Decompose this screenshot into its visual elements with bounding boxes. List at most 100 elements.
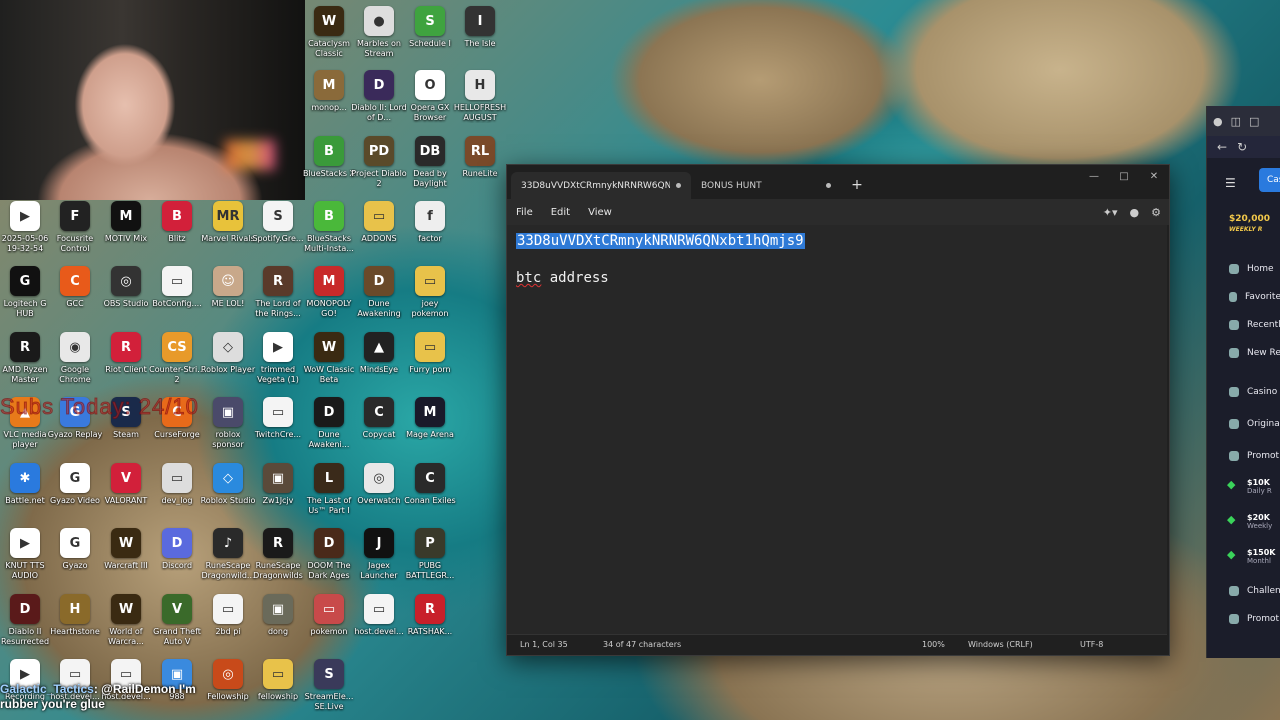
promo-weekly[interactable]: ◆ $20K Weekly [1207, 513, 1280, 530]
promo-daily[interactable]: ◆ $10K Daily R [1207, 478, 1280, 495]
desktop-shortcut[interactable]: H HELLOFRESH AUGUST 2023 [454, 70, 506, 134]
desktop-shortcut[interactable]: M MONOPOLY GO! [304, 266, 354, 330]
desktop-shortcut[interactable]: S Schedule I [405, 6, 455, 70]
nav-home[interactable]: Home [1207, 264, 1280, 274]
menu-edit[interactable]: Edit [542, 207, 579, 218]
account-icon[interactable]: ● [1130, 206, 1140, 219]
hamburger-menu-icon[interactable]: ☰ [1225, 176, 1236, 190]
desktop-shortcut[interactable]: MR Marvel Rivals [201, 201, 255, 265]
weekly-race-banner[interactable]: $20,000 WEEKLY R [1219, 214, 1280, 234]
desktop-shortcut[interactable]: ▭ BotConfig.... [152, 266, 202, 330]
desktop-shortcut[interactable]: B Blitz [152, 201, 202, 265]
desktop-shortcut[interactable]: R RATSHAK... [405, 594, 455, 658]
desktop-shortcut[interactable]: G Gyazo Video [50, 463, 100, 527]
desktop-shortcut[interactable]: ▭ TwitchCre... [253, 397, 303, 461]
desktop-shortcut[interactable]: ▭ 2bd pi [203, 594, 253, 658]
desktop-shortcut[interactable]: G Logitech G HUB [0, 266, 50, 330]
desktop-shortcut[interactable]: PD Project Diablo 2 [351, 136, 407, 200]
back-arrow-icon[interactable]: ← [1217, 140, 1227, 154]
casino-tab-button[interactable]: Cas [1259, 168, 1280, 192]
desktop-shortcut[interactable]: C Conan Exiles [404, 463, 456, 527]
desktop-shortcut[interactable]: R Riot Client [101, 332, 151, 396]
desktop-shortcut[interactable]: RL RuneLite [455, 136, 505, 200]
workspaces-icon[interactable]: ◫ [1231, 115, 1241, 128]
desktop-shortcut[interactable]: ◇ Roblox Studio [201, 463, 255, 527]
desktop-shortcut[interactable]: O Opera GX Browser [405, 70, 455, 134]
desktop-shortcut[interactable]: D Dune Awakeni... [304, 397, 354, 461]
desktop-shortcut[interactable]: D Diablo II: Lord of D... [351, 70, 407, 134]
desktop-shortcut[interactable]: J Jagex Launcher [354, 528, 404, 592]
desktop-shortcut[interactable]: W WoW Classic Beta [304, 332, 354, 396]
desktop-shortcut[interactable]: D DOOM The Dark Ages [304, 528, 354, 592]
desktop-shortcut[interactable]: L The Last of Us™ Part I [304, 463, 354, 527]
nav-recent[interactable]: Recentl [1207, 320, 1280, 330]
desktop-shortcut[interactable]: R The Lord of the Rings... [253, 266, 303, 330]
desktop-shortcut[interactable]: ◇ Roblox Player [201, 332, 255, 396]
tab-bonus-hunt[interactable]: BONUS HUNT [691, 172, 841, 199]
desktop-shortcut[interactable]: ◎ Overwatch [354, 463, 404, 527]
desktop-shortcut[interactable]: W World of Warcra... [101, 594, 151, 658]
desktop-shortcut[interactable]: R AMD Ryzen Master [0, 332, 50, 396]
desktop-shortcut[interactable]: ▭ joey pokemon [405, 266, 455, 330]
desktop-shortcut[interactable]: M Mage Arena [405, 397, 455, 461]
desktop-shortcut[interactable]: ▭ host.devel... [354, 594, 404, 658]
nav-promotions[interactable]: Promot [1207, 614, 1280, 624]
desktop-shortcut[interactable]: M MOTIV Mix [101, 201, 151, 265]
desktop-shortcut[interactable]: B BlueStacks X [303, 136, 355, 200]
close-icon[interactable]: ✕ [1139, 165, 1169, 187]
desktop-shortcut[interactable]: ▣ Zw1Jcjv [253, 463, 303, 527]
desktop-shortcut[interactable]: C Copycat [354, 397, 404, 461]
desktop-shortcut[interactable]: Mmonop... [304, 70, 354, 134]
tab-icon[interactable]: □ [1249, 115, 1259, 128]
settings-gear-icon[interactable]: ⚙ [1151, 206, 1161, 219]
desktop-shortcut[interactable]: ▭ ADDONS [354, 201, 404, 265]
minimize-icon[interactable]: — [1079, 165, 1109, 187]
desktop-shortcut[interactable]: ▭ fellowship [253, 659, 303, 720]
menu-file[interactable]: File [507, 207, 542, 218]
desktop-shortcut[interactable]: ▭ Furry porn [405, 332, 455, 396]
desktop-shortcut[interactable]: D Discord [152, 528, 202, 592]
desktop-shortcut[interactable]: V VALORANT [101, 463, 151, 527]
desktop-shortcut[interactable]: ▣ dong [253, 594, 303, 658]
desktop-shortcut[interactable]: CS Counter-Stri... 2 [149, 332, 205, 396]
desktop-shortcut[interactable]: ◎ OBS Studio [101, 266, 151, 330]
tab-address[interactable]: 33D8uVVDXtCRmnykNRNRW6QNx [511, 172, 691, 199]
profile-icon[interactable]: ● [1213, 115, 1223, 128]
nav-challenges[interactable]: Challen [1207, 586, 1280, 596]
desktop-shortcut[interactable]: P PUBG BATTLEGR... [405, 528, 455, 592]
desktop-shortcut[interactable]: C GCC [50, 266, 100, 330]
nav-favorites[interactable]: Favorite [1207, 292, 1280, 302]
desktop-shortcut[interactable]: ▣ roblox sponsor [203, 397, 253, 461]
desktop-shortcut[interactable]: ▶ 2025-05-06 19-32-54 [0, 201, 50, 265]
desktop-shortcut[interactable]: F Focusrite Control [50, 201, 100, 265]
desktop-shortcut[interactable]: ▶ trimmed Vegeta (1) [253, 332, 303, 396]
desktop-shortcut[interactable]: G Gyazo [50, 528, 100, 592]
desktop-shortcut[interactable]: S Spotify.Gre... [252, 201, 304, 265]
desktop-shortcut[interactable]: ◉ Google Chrome [50, 332, 100, 396]
desktop-shortcut[interactable]: R RuneScape Dragonwilds [253, 528, 303, 592]
section-originals[interactable]: Origina [1207, 419, 1280, 429]
desktop-shortcut[interactable]: B BlueStacks Multi-Insta... [304, 201, 354, 265]
desktop-shortcut[interactable]: W Warcraft III [101, 528, 151, 592]
promo-monthly[interactable]: ◆ $150K Monthl [1207, 548, 1280, 565]
copilot-icon[interactable]: ✦▾ [1103, 206, 1118, 219]
new-tab-button[interactable]: + [845, 173, 869, 197]
desktop-shortcut[interactable]: ▲ MindsEye [354, 332, 404, 396]
text-editor[interactable]: 33D8uVVDXtCRmnykNRNRW6QNxbt1hQmjs9 btc a… [507, 225, 1167, 635]
section-promotions[interactable]: Promot [1207, 451, 1280, 461]
desktop-shortcut[interactable]: ♪ RuneScape Dragonwild... [201, 528, 255, 592]
desktop-shortcut[interactable]: S StreamEle... SE.Live [304, 659, 354, 720]
desktop-shortcut[interactable]: f factor [405, 201, 455, 265]
desktop-shortcut[interactable]: D Diablo II Resurrected [0, 594, 50, 658]
nav-new-releases[interactable]: New Re [1207, 348, 1280, 358]
desktop-shortcut[interactable]: DB Dead by Daylight [405, 136, 455, 200]
desktop-shortcut[interactable]: ◎ Fellowship [203, 659, 253, 720]
desktop-shortcut[interactable]: ✱ Battle.net [0, 463, 50, 527]
section-casino[interactable]: Casino [1207, 387, 1280, 397]
desktop-shortcut[interactable]: ▶ KNUT TTS AUDIO [0, 528, 50, 592]
maximize-icon[interactable]: □ [1109, 165, 1139, 187]
refresh-icon[interactable]: ↻ [1237, 140, 1247, 154]
desktop-shortcut[interactable]: ▭ pokemon [304, 594, 354, 658]
desktop-shortcut[interactable]: ▭ dev_log [152, 463, 202, 527]
desktop-shortcut[interactable]: ☺ ME LOL! [203, 266, 253, 330]
